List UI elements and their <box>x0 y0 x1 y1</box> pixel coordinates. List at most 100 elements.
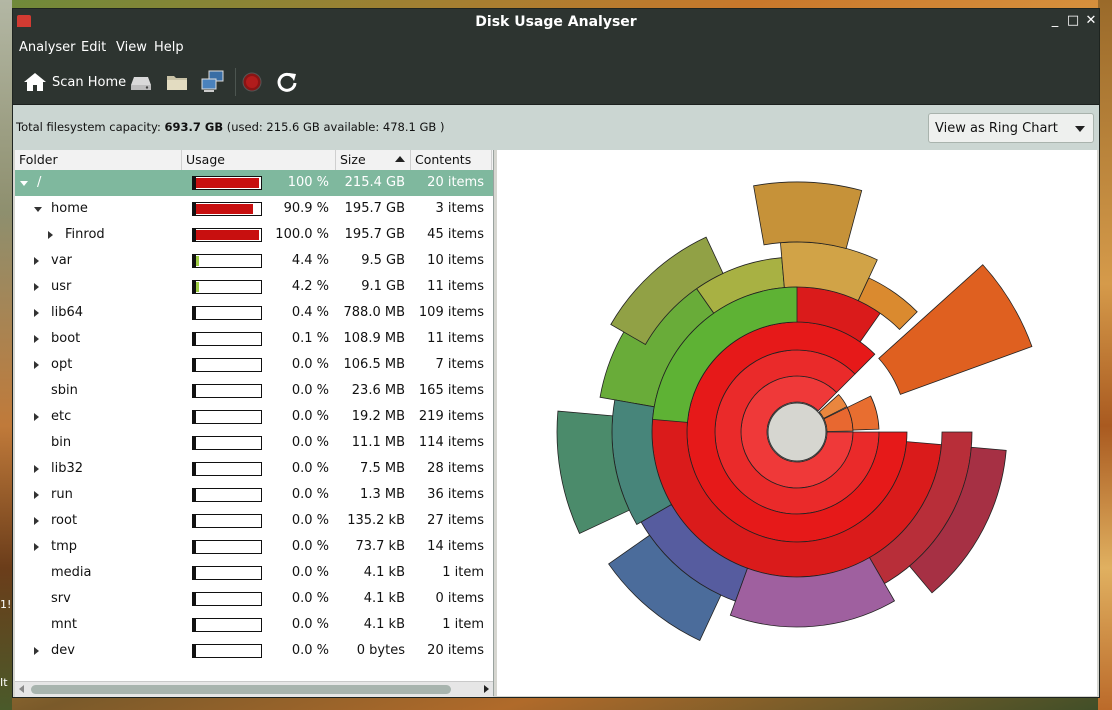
tree-row[interactable]: dev 0.0 % 0 bytes 20 items <box>15 638 493 664</box>
menu-analyser[interactable]: Analyser <box>19 40 76 55</box>
minimize-button[interactable]: _ <box>1047 13 1063 29</box>
folder-name: usr <box>51 279 72 294</box>
folder-size: 4.1 kB <box>363 617 405 632</box>
horizontal-scrollbar[interactable] <box>15 681 493 697</box>
usage-bar-fill <box>196 204 253 214</box>
usage-bar <box>192 332 262 346</box>
usage-bar <box>192 410 262 424</box>
usage-bar-cap <box>193 593 196 605</box>
scan-home-button[interactable]: Scan Home <box>23 70 126 94</box>
folder-size: 7.5 MB <box>360 461 405 476</box>
close-button[interactable]: ✕ <box>1083 13 1099 29</box>
filesystem-capacity-text: Total filesystem capacity: 693.7 GB (use… <box>16 120 444 134</box>
expander-closed-icon[interactable] <box>34 465 39 473</box>
stop-button[interactable] <box>241 70 263 94</box>
tree-row[interactable]: home 90.9 % 195.7 GB 3 items <box>15 196 493 222</box>
folder-tree: Folder Usage Size Contents / 100 % 215.4 G… <box>15 150 494 696</box>
column-contents[interactable]: Contents <box>415 152 471 167</box>
usage-percent: 0.0 % <box>291 539 329 554</box>
expander-closed-icon[interactable] <box>34 335 39 343</box>
tree-row[interactable]: media 0.0 % 4.1 kB 1 item <box>15 560 493 586</box>
tree-row[interactable]: mnt 0.0 % 4.1 kB 1 item <box>15 612 493 638</box>
expander-open-icon[interactable] <box>20 181 28 186</box>
expander-closed-icon[interactable] <box>48 231 53 239</box>
ring-chart-center[interactable] <box>767 402 827 462</box>
usage-bar <box>192 436 262 450</box>
folder-contents-count: 219 items <box>418 409 484 424</box>
expander-closed-icon[interactable] <box>34 517 39 525</box>
expander-closed-icon[interactable] <box>34 361 39 369</box>
usage-percent: 4.2 % <box>291 279 329 294</box>
folder-contents-count: 165 items <box>418 383 484 398</box>
usage-bar <box>192 384 262 398</box>
usage-bar <box>192 618 262 632</box>
usage-bar-cap <box>193 385 196 397</box>
tree-row[interactable]: Finrod 100.0 % 195.7 GB 45 items <box>15 222 493 248</box>
usage-bar-cap <box>193 437 196 449</box>
scroll-right-icon[interactable] <box>484 685 489 693</box>
tree-row[interactable]: lib64 0.4 % 788.0 MB 109 items <box>15 300 493 326</box>
ring-segment[interactable] <box>878 264 1033 395</box>
folder-size: 0 bytes <box>356 643 405 658</box>
tree-row[interactable]: root 0.0 % 135.2 kB 27 items <box>15 508 493 534</box>
tree-row[interactable]: bin 0.0 % 11.1 MB 114 items <box>15 430 493 456</box>
usage-bar <box>192 306 262 320</box>
ring-segment[interactable] <box>753 181 863 249</box>
folder-size: 788.0 MB <box>343 305 405 320</box>
scan-remote-button[interactable] <box>200 70 226 94</box>
tree-row[interactable]: / 100 % 215.4 GB 20 items <box>15 170 493 196</box>
menu-edit[interactable]: Edit <box>81 40 106 55</box>
scan-home-label: Scan Home <box>52 74 127 90</box>
refresh-button[interactable] <box>276 70 298 94</box>
expander-closed-icon[interactable] <box>34 491 39 499</box>
folder-name: boot <box>51 331 81 346</box>
tree-row[interactable]: etc 0.0 % 19.2 MB 219 items <box>15 404 493 430</box>
folder-contents-count: 7 items <box>435 357 484 372</box>
menu-help[interactable]: Help <box>154 40 184 55</box>
usage-bar-cap <box>193 411 196 423</box>
scan-folder-button[interactable] <box>165 70 189 94</box>
expander-closed-icon[interactable] <box>34 413 39 421</box>
usage-bar-cap <box>193 619 196 631</box>
toolbar: Scan Home <box>13 60 1099 105</box>
tree-row[interactable]: var 4.4 % 9.5 GB 10 items <box>15 248 493 274</box>
scan-filesystem-button[interactable] <box>129 70 153 94</box>
folder-name: bin <box>51 435 72 450</box>
folder-name: home <box>51 201 88 216</box>
folder-name: sbin <box>51 383 78 398</box>
expander-closed-icon[interactable] <box>34 257 39 265</box>
tree-row[interactable]: srv 0.0 % 4.1 kB 0 items <box>15 586 493 612</box>
column-size[interactable]: Size <box>340 152 366 167</box>
ring-chart[interactable] <box>497 150 1097 696</box>
desktop-text-fragment: It <box>0 676 8 689</box>
expander-open-icon[interactable] <box>34 207 42 212</box>
expander-closed-icon[interactable] <box>34 543 39 551</box>
tree-row[interactable]: lib32 0.0 % 7.5 MB 28 items <box>15 456 493 482</box>
refresh-icon <box>276 71 298 93</box>
menu-view[interactable]: View <box>116 40 147 55</box>
maximize-button[interactable]: □ <box>1065 13 1081 29</box>
drive-icon <box>129 72 153 92</box>
expander-closed-icon[interactable] <box>34 309 39 317</box>
tree-row[interactable]: opt 0.0 % 106.5 MB 7 items <box>15 352 493 378</box>
scroll-left-icon[interactable] <box>19 685 24 693</box>
usage-bar-cap <box>193 307 196 319</box>
folder-contents-count: 1 item <box>442 617 484 632</box>
column-folder[interactable]: Folder <box>19 152 58 167</box>
tree-row[interactable]: tmp 0.0 % 73.7 kB 14 items <box>15 534 493 560</box>
expander-closed-icon[interactable] <box>34 647 39 655</box>
scrollbar-thumb[interactable] <box>31 685 451 694</box>
view-selector[interactable]: View as Ring Chart <box>928 113 1094 143</box>
expander-closed-icon[interactable] <box>34 283 39 291</box>
column-usage[interactable]: Usage <box>186 152 225 167</box>
usage-percent: 0.0 % <box>291 617 329 632</box>
usage-percent: 0.0 % <box>291 565 329 580</box>
usage-percent: 0.0 % <box>291 643 329 658</box>
tree-row[interactable]: boot 0.1 % 108.9 MB 11 items <box>15 326 493 352</box>
column-divider <box>410 150 411 170</box>
capacity-prefix: Total filesystem capacity: <box>16 120 165 134</box>
tree-row[interactable]: usr 4.2 % 9.1 GB 11 items <box>15 274 493 300</box>
tree-row[interactable]: sbin 0.0 % 23.6 MB 165 items <box>15 378 493 404</box>
tree-row[interactable]: run 0.0 % 1.3 MB 36 items <box>15 482 493 508</box>
folder-size: 1.3 MB <box>360 487 405 502</box>
